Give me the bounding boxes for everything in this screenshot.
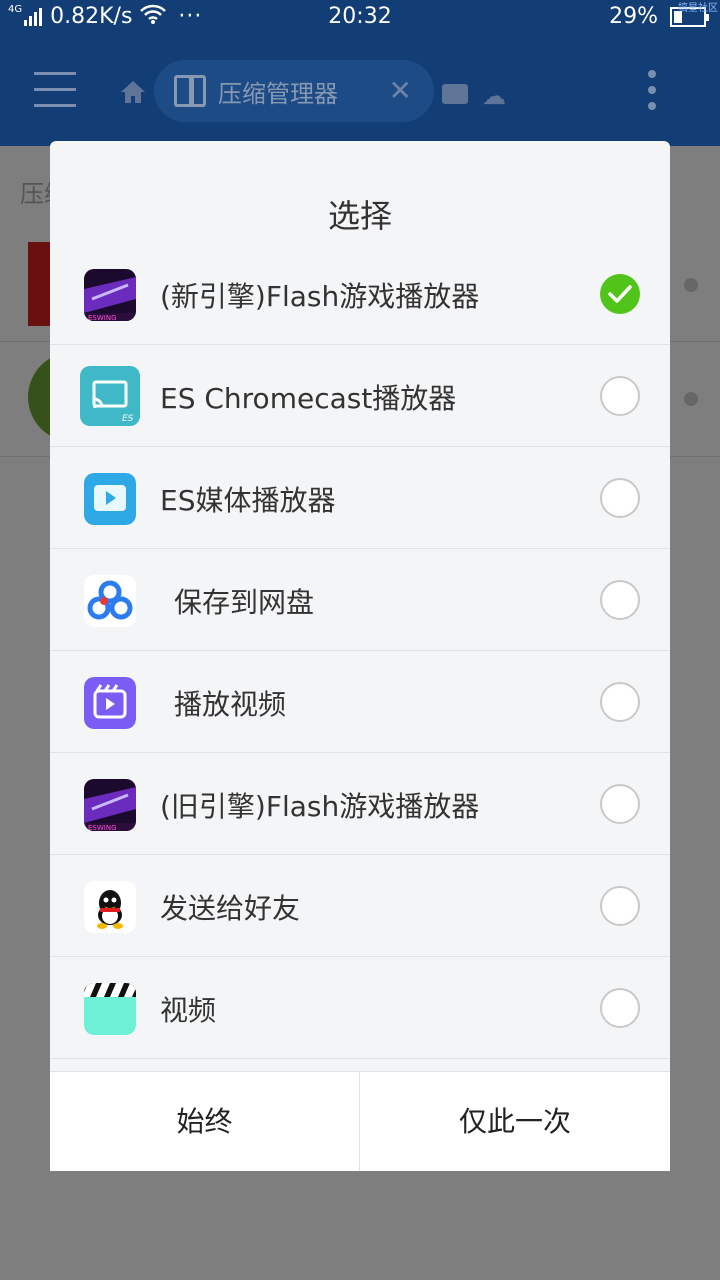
row-menu-dot	[684, 278, 698, 292]
message-icon[interactable]	[442, 84, 468, 104]
svg-text:ESWING: ESWING	[88, 824, 117, 831]
row-menu-dot	[684, 392, 698, 406]
tab-label: 压缩管理器	[218, 80, 338, 108]
item-label: 视频	[160, 994, 217, 1027]
baidu-netdisk-icon	[84, 575, 136, 627]
qq-icon	[84, 881, 136, 933]
item-label: (旧引擎)Flash游戏播放器	[160, 790, 480, 823]
more-options-icon[interactable]	[648, 70, 660, 114]
file-icon	[28, 242, 52, 326]
watermark-text: 搞星社区	[678, 3, 718, 14]
radio-unselected[interactable]	[600, 478, 640, 518]
list-item[interactable]: 发送给好友	[50, 855, 670, 957]
list-item[interactable]: 播放视频	[50, 651, 670, 753]
radio-unselected[interactable]	[600, 376, 640, 416]
radio-unselected[interactable]	[600, 886, 640, 926]
es-media-player-icon	[84, 473, 136, 525]
item-label: 播放视频	[174, 688, 287, 721]
list-item[interactable]: ESWING (新引擎)Flash游戏播放器	[50, 243, 670, 345]
chromecast-icon: ES	[80, 366, 140, 426]
just-once-button[interactable]: 仅此一次	[360, 1072, 670, 1171]
radio-unselected[interactable]	[600, 682, 640, 722]
play-video-icon	[84, 677, 136, 729]
list-item[interactable]: 视频	[50, 957, 670, 1059]
item-label: 发送给好友	[160, 892, 301, 925]
radio-unselected[interactable]	[600, 784, 640, 824]
status-bar: 4G 0.82K/s ··· 20:32 29% 搞星社区	[0, 0, 720, 36]
video-clapper-icon	[84, 983, 136, 1035]
radio-unselected[interactable]	[600, 988, 640, 1028]
close-tab-icon[interactable]: ✕	[389, 74, 412, 107]
item-label: 保存到网盘	[174, 586, 315, 619]
archive-icon	[174, 75, 206, 107]
always-button[interactable]: 始终	[50, 1072, 360, 1171]
item-label: ES媒体播放器	[160, 484, 336, 517]
home-icon[interactable]	[120, 80, 146, 104]
app-bar: 压缩管理器 ✕ ☁	[0, 36, 720, 146]
dialog-footer: 始终 仅此一次	[50, 1071, 670, 1171]
item-label: (新引擎)Flash游戏播放器	[160, 280, 480, 313]
battery-percent: 29%	[609, 4, 658, 29]
app-chooser-dialog: 选择 ESWING (新引擎)Flash游戏播放器 ES ES Chromeca…	[50, 141, 670, 1171]
dialog-title: 选择	[327, 197, 392, 235]
radio-unselected[interactable]	[600, 580, 640, 620]
list-item[interactable]: ES媒体播放器	[50, 447, 670, 549]
tab-compress-manager[interactable]: 压缩管理器 ✕	[154, 60, 434, 122]
list-item[interactable]: ES ES Chromecast播放器	[50, 345, 670, 447]
radio-selected[interactable]	[600, 274, 640, 314]
item-label: ES Chromecast播放器	[160, 382, 457, 415]
list-item[interactable]: 保存到网盘	[50, 549, 670, 651]
svg-text:ES: ES	[122, 414, 134, 424]
cloud-icon[interactable]: ☁	[482, 82, 506, 110]
app-list: ESWING (新引擎)Flash游戏播放器 ES ES Chromecast播…	[50, 243, 670, 1059]
flash-game-icon: ESWING	[84, 779, 136, 831]
menu-icon[interactable]	[34, 72, 76, 108]
list-item[interactable]: ESWING (旧引擎)Flash游戏播放器	[50, 753, 670, 855]
svg-text:ESWING: ESWING	[88, 314, 117, 321]
flash-game-icon: ESWING	[84, 269, 136, 321]
